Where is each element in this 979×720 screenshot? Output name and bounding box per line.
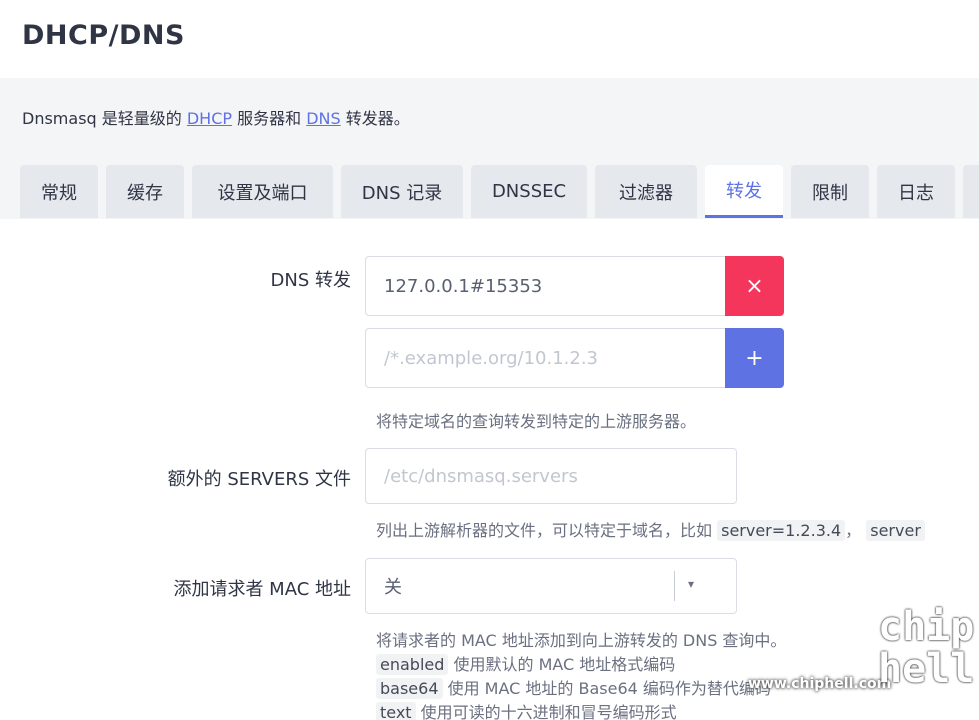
chevron-down-icon[interactable]: ▾ xyxy=(688,577,694,591)
dns-forward-label: DNS 转发 xyxy=(270,270,351,291)
mac-option-text: 使用 MAC 地址的 Base64 编码作为替代编码 xyxy=(442,679,771,698)
tab-general[interactable]: 常规 xyxy=(20,165,98,218)
dns-forward-help: 将特定域名的查询转发到特定的上游服务器。 xyxy=(376,412,697,431)
tab-logs[interactable]: 日志 xyxy=(877,165,955,218)
servers-file-label: 额外的 SERVERS 文件 xyxy=(167,469,351,490)
tab-bar: 常规 缓存 设置及端口 DNS 记录 DNSSEC 过滤器 转发 限制 日志 xyxy=(20,165,979,218)
code-example-2: server xyxy=(866,520,925,541)
tab-more[interactable] xyxy=(963,165,979,218)
code-separator: ， xyxy=(845,521,862,540)
dhcp-link[interactable]: DHCP xyxy=(187,109,232,128)
dns-forward-placeholder: /*.example.org/10.1.2.3 xyxy=(384,347,598,369)
select-separator xyxy=(674,571,675,601)
remove-entry-button[interactable]: × xyxy=(725,256,784,316)
mac-address-selected: 关 xyxy=(384,577,402,598)
mac-option-code: enabled xyxy=(376,654,449,675)
watermark-logo: chip hell xyxy=(878,604,975,692)
description-middle: 服务器和 xyxy=(232,109,307,128)
close-icon: × xyxy=(745,273,764,299)
servers-file-input[interactable]: /etc/dnsmasq.servers xyxy=(365,448,737,504)
dns-forward-entry-input[interactable]: 127.0.0.1#15353 xyxy=(365,256,726,316)
mac-option-code: base64 xyxy=(376,678,443,699)
tab-dns-records[interactable]: DNS 记录 xyxy=(341,165,463,218)
mac-option-text: 使用可读的十六进制和冒号编码形式 xyxy=(415,703,677,720)
servers-file-help-text: 列出上游解析器的文件，可以特定于域名，比如 xyxy=(376,521,713,540)
mac-address-label: 添加请求者 MAC 地址 xyxy=(173,579,351,600)
mac-option-code: text xyxy=(376,702,416,720)
mac-option-text: text 使用可读的十六进制和冒号编码形式 xyxy=(376,699,677,720)
add-entry-button[interactable]: + xyxy=(725,328,784,388)
tab-forward[interactable]: 转发 xyxy=(705,165,783,218)
dns-forward-entry-value: 127.0.0.1#15353 xyxy=(384,275,543,297)
dns-link[interactable]: DNS xyxy=(306,109,340,128)
servers-file-help: 列出上游解析器的文件，可以特定于域名，比如 server=1.2.3.4， se… xyxy=(376,517,925,541)
tab-cache[interactable]: 缓存 xyxy=(106,165,184,218)
watermark-url: www.chiphell.com xyxy=(748,676,892,692)
mac-option-enabled: enabled 使用默认的 MAC 地址格式编码 xyxy=(376,651,675,675)
description-suffix: 转发器。 xyxy=(340,109,410,128)
tab-dnssec[interactable]: DNSSEC xyxy=(471,165,587,218)
plus-icon: + xyxy=(745,345,764,371)
description-prefix: Dnsmasq 是轻量级的 xyxy=(22,109,187,128)
mac-option-base64: base64 使用 MAC 地址的 Base64 编码作为替代编码 xyxy=(376,675,771,699)
dns-forward-new-input[interactable]: /*.example.org/10.1.2.3 xyxy=(365,328,726,388)
tab-settings-ports[interactable]: 设置及端口 xyxy=(192,165,333,218)
code-example-1: server=1.2.3.4 xyxy=(717,520,846,541)
mac-option-text: 使用默认的 MAC 地址格式编码 xyxy=(448,655,676,674)
mac-address-select[interactable]: 关 xyxy=(365,558,737,614)
tab-limits[interactable]: 限制 xyxy=(791,165,869,218)
page-description: Dnsmasq 是轻量级的 DHCP 服务器和 DNS 转发器。 xyxy=(22,105,410,129)
mac-address-help: 将请求者的 MAC 地址添加到向上游转发的 DNS 查询中。 xyxy=(376,631,787,650)
tab-filter[interactable]: 过滤器 xyxy=(595,165,697,218)
page-title: DHCP/DNS xyxy=(22,20,185,51)
servers-file-placeholder: /etc/dnsmasq.servers xyxy=(384,465,578,487)
